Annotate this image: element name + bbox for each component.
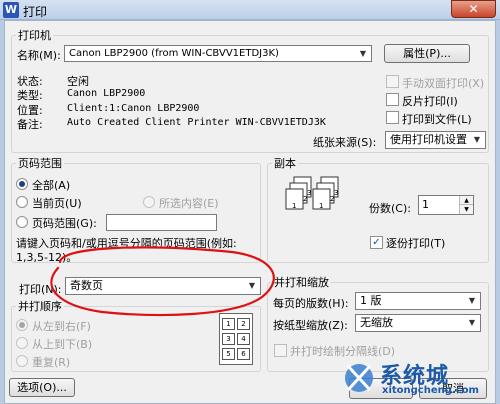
watermark-url: xitongcheng.com [382,385,479,396]
watermark: 系统城 xitongcheng.com [340,352,498,402]
watermark-logo-icon [345,364,373,392]
red-annotation-ellipse [50,246,275,317]
